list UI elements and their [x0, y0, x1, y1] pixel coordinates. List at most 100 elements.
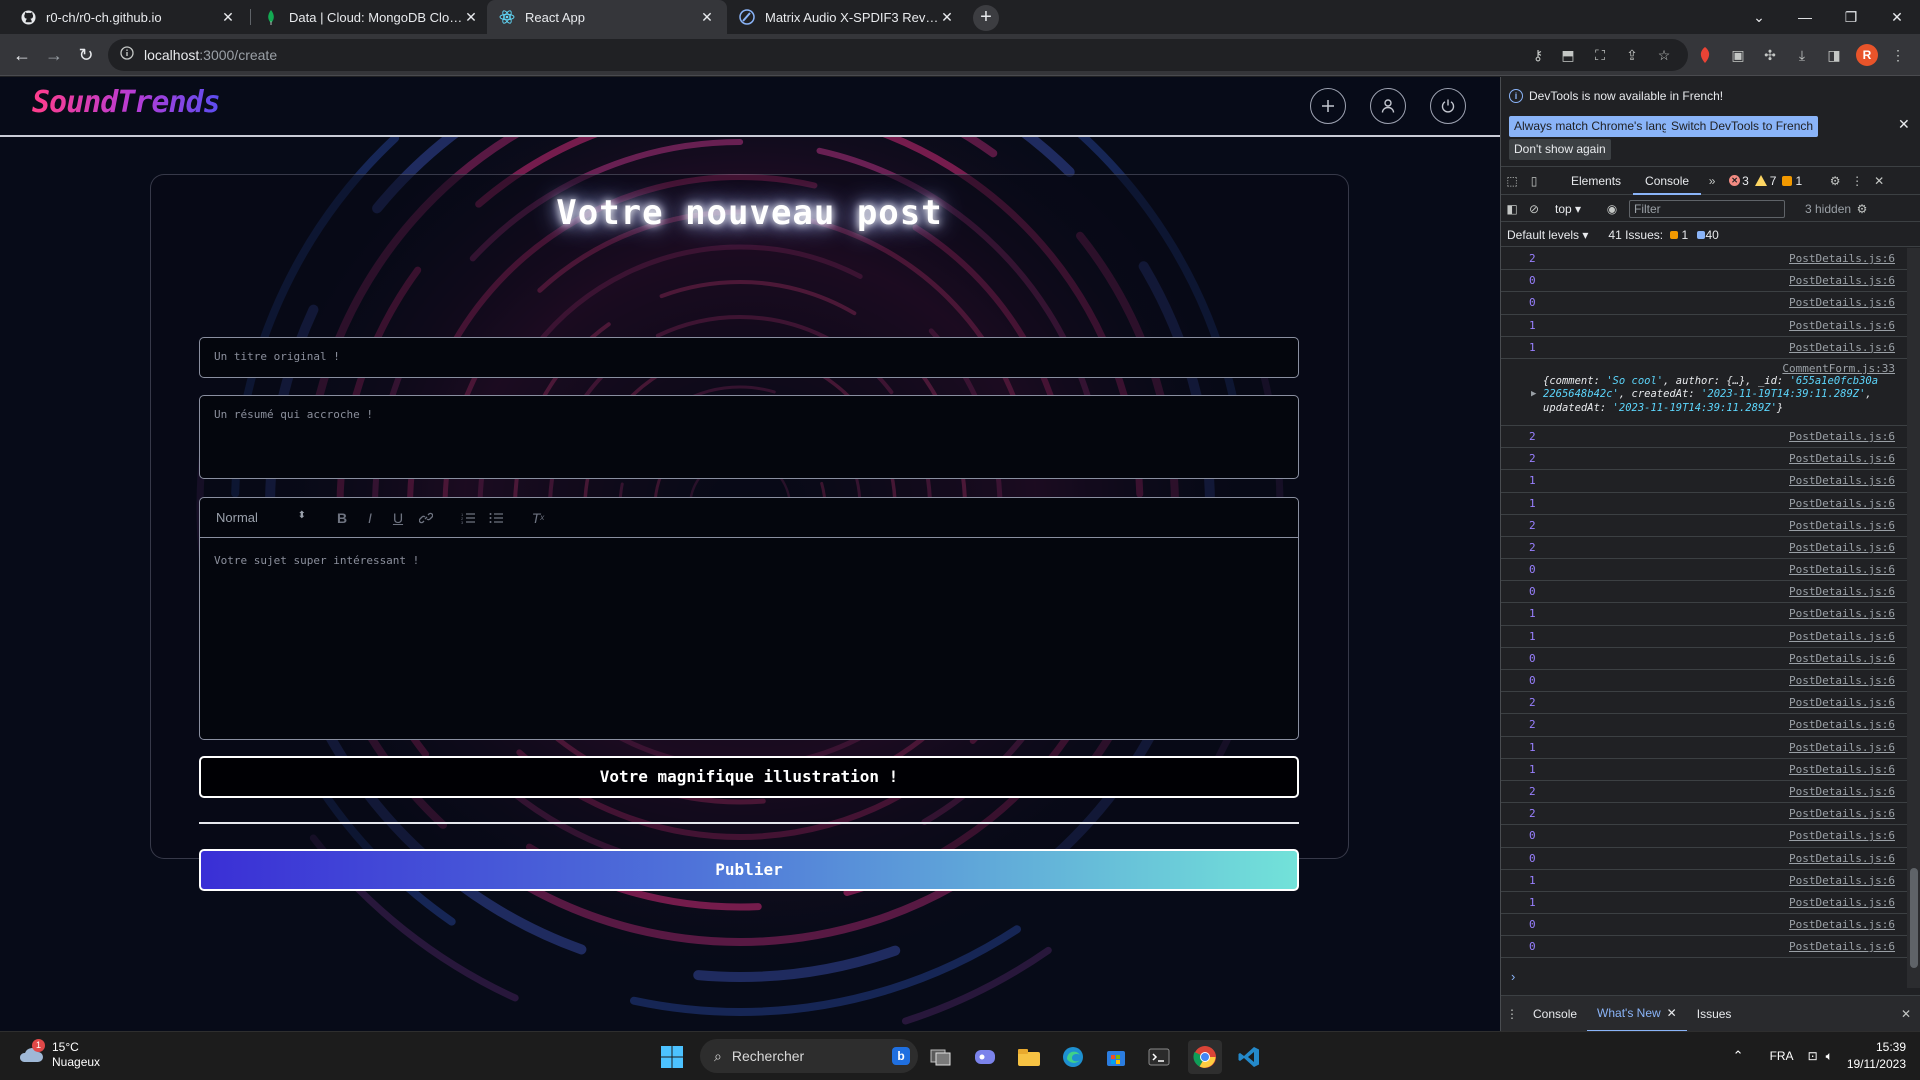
share-icon[interactable]: ⇪ [1622, 45, 1642, 65]
edge-icon[interactable] [1056, 1040, 1090, 1074]
inspect-element-icon[interactable]: ⬚ [1501, 167, 1523, 195]
input-language[interactable]: FRA [1770, 1049, 1794, 1063]
bold-icon[interactable]: B [328, 508, 356, 528]
teams-chat-icon[interactable] [968, 1040, 1002, 1074]
log-source-link[interactable]: PostDetails.js:6 [1789, 763, 1895, 776]
console-prompt-icon[interactable]: › [1511, 969, 1515, 984]
log-source-link[interactable]: PostDetails.js:6 [1789, 940, 1895, 953]
log-source-link[interactable]: PostDetails.js:6 [1789, 541, 1895, 554]
log-source-link[interactable]: PostDetails.js:6 [1789, 274, 1895, 287]
taskbar-search[interactable]: ⌕ Rechercher b [700, 1039, 918, 1073]
log-source-link[interactable]: PostDetails.js:6 [1789, 519, 1895, 532]
clear-console-icon[interactable]: ⊘ [1523, 195, 1545, 223]
profile-avatar[interactable]: R [1856, 44, 1878, 66]
site-info-icon[interactable] [120, 45, 134, 65]
downloads-icon[interactable]: ⤓ [1792, 45, 1812, 65]
underline-icon[interactable]: U [384, 508, 412, 528]
logout-button[interactable] [1430, 88, 1466, 124]
address-bar[interactable]: localhost:3000/create [108, 39, 1688, 71]
volume-icon[interactable]: 🔈︎ [1826, 1049, 1833, 1064]
dont-show-again-button[interactable]: Don't show again [1509, 139, 1611, 160]
log-source-link[interactable]: PostDetails.js:6 [1789, 718, 1895, 731]
log-source-link[interactable]: PostDetails.js:6 [1789, 563, 1895, 576]
log-source-link[interactable]: PostDetails.js:6 [1789, 918, 1895, 931]
network-icon[interactable]: ⊡ [1808, 1049, 1818, 1063]
console-settings-icon[interactable]: ⚙ [1851, 195, 1873, 223]
key-icon[interactable]: ⚷ [1528, 45, 1548, 65]
log-object-preview[interactable]: {comment: 'So cool', author: {…}, _id: '… [1543, 375, 1883, 416]
browser-tab-active[interactable]: React App ✕ [487, 0, 727, 34]
site-logo[interactable]: SoundTrends [32, 85, 221, 120]
drawer-tab-issues[interactable]: Issues [1687, 996, 1742, 1032]
tab-search-icon[interactable]: ⌄ [1736, 0, 1782, 34]
log-source-link[interactable]: PostDetails.js:6 [1789, 585, 1895, 598]
log-source-link[interactable]: PostDetails.js:6 [1789, 829, 1895, 842]
vscode-icon[interactable] [1232, 1040, 1266, 1074]
windows-start-icon[interactable] [655, 1040, 689, 1074]
forward-icon[interactable]: → [40, 41, 68, 69]
file-explorer-icon[interactable] [1012, 1040, 1046, 1074]
log-source-link[interactable]: PostDetails.js:6 [1789, 341, 1895, 354]
bookmark-star-icon[interactable]: ☆ [1654, 45, 1674, 65]
settings-gear-icon[interactable]: ⚙ [1824, 167, 1846, 195]
log-source-link[interactable]: PostDetails.js:6 [1789, 874, 1895, 887]
log-source-link[interactable]: PostDetails.js:6 [1789, 785, 1895, 798]
weather-widget[interactable]: 1 15°C Nuageux [18, 1039, 100, 1070]
add-post-button[interactable] [1310, 88, 1346, 124]
log-source-link[interactable]: CommentForm.js:33 [1782, 362, 1895, 375]
browser-tab[interactable]: r0-ch/r0-ch.github.io ✕ [8, 0, 248, 34]
log-source-link[interactable]: PostDetails.js:6 [1789, 896, 1895, 909]
restore-icon[interactable]: ❐ [1828, 0, 1874, 34]
extensions-puzzle-icon[interactable]: ✣ [1760, 45, 1780, 65]
italic-icon[interactable]: I [356, 508, 384, 528]
new-tab-button[interactable]: + [973, 5, 999, 31]
tab-elements[interactable]: Elements [1559, 167, 1633, 195]
log-source-link[interactable]: PostDetails.js:6 [1789, 474, 1895, 487]
menu-kebab-icon[interactable]: ⋮ [1888, 45, 1908, 65]
log-source-link[interactable]: PostDetails.js:6 [1789, 741, 1895, 754]
translate-icon[interactable]: ⛶ [1590, 45, 1610, 65]
window-close-icon[interactable]: ✕ [1874, 0, 1920, 34]
log-source-link[interactable]: PostDetails.js:6 [1789, 319, 1895, 332]
post-title-input[interactable]: Un titre original ! [199, 337, 1299, 378]
context-select[interactable]: top ▾ [1555, 202, 1601, 216]
editor-content[interactable]: Votre sujet super intéressant ! [200, 538, 1298, 583]
side-panel-icon[interactable]: ◨ [1824, 45, 1844, 65]
clear-format-icon[interactable]: Tx [524, 508, 552, 528]
chrome-icon[interactable] [1188, 1040, 1222, 1074]
drawer-tab-whats-new[interactable]: What's New ✕ [1587, 996, 1687, 1032]
minimize-icon[interactable]: — [1782, 0, 1828, 34]
install-app-icon[interactable]: ⬒ [1558, 45, 1578, 65]
browser-tab[interactable]: Matrix Audio X-SPDIF3 Review - ✕ [727, 0, 967, 34]
microsoft-store-icon[interactable] [1099, 1040, 1133, 1074]
browser-tab[interactable]: Data | Cloud: MongoDB Cloud ✕ [251, 0, 491, 34]
close-icon[interactable]: ✕ [220, 9, 236, 25]
levels-dropdown[interactable]: Default levels ▾ [1507, 228, 1588, 242]
drawer-tab-console[interactable]: Console [1523, 996, 1587, 1032]
log-source-link[interactable]: PostDetails.js:6 [1789, 630, 1895, 643]
log-source-link[interactable]: PostDetails.js:6 [1789, 607, 1895, 620]
sidebar-toggle-icon[interactable]: ◧ [1501, 195, 1523, 223]
more-tabs-icon[interactable]: » [1701, 167, 1723, 195]
log-source-link[interactable]: PostDetails.js:6 [1789, 852, 1895, 865]
console-filter-input[interactable]: Filter [1629, 199, 1785, 218]
log-source-link[interactable]: PostDetails.js:6 [1789, 296, 1895, 309]
log-source-link[interactable]: PostDetails.js:6 [1789, 452, 1895, 465]
devtools-menu-icon[interactable]: ⋮ [1846, 167, 1868, 195]
log-source-link[interactable]: PostDetails.js:6 [1789, 652, 1895, 665]
profile-button[interactable] [1370, 88, 1406, 124]
close-icon[interactable]: ✕ [699, 9, 715, 25]
close-devtools-icon[interactable]: ✕ [1868, 167, 1890, 195]
log-source-link[interactable]: PostDetails.js:6 [1789, 696, 1895, 709]
switch-french-button[interactable]: Switch DevTools to French [1666, 116, 1819, 137]
bullet-list-icon[interactable] [482, 508, 510, 528]
eye-icon[interactable]: ◉ [1601, 195, 1623, 223]
close-icon[interactable]: ✕ [939, 9, 955, 25]
clock[interactable]: 15:39 19/11/2023 [1847, 1039, 1906, 1073]
close-drawer-icon[interactable]: ✕ [1895, 1000, 1917, 1028]
post-summary-textarea[interactable]: Un résumé qui accroche ! [199, 395, 1299, 479]
log-source-link[interactable]: PostDetails.js:6 [1789, 807, 1895, 820]
error-count-badge[interactable]: ✕ 3 [1729, 174, 1749, 188]
task-view-icon[interactable] [924, 1040, 958, 1074]
close-icon[interactable]: ✕ [463, 9, 479, 25]
